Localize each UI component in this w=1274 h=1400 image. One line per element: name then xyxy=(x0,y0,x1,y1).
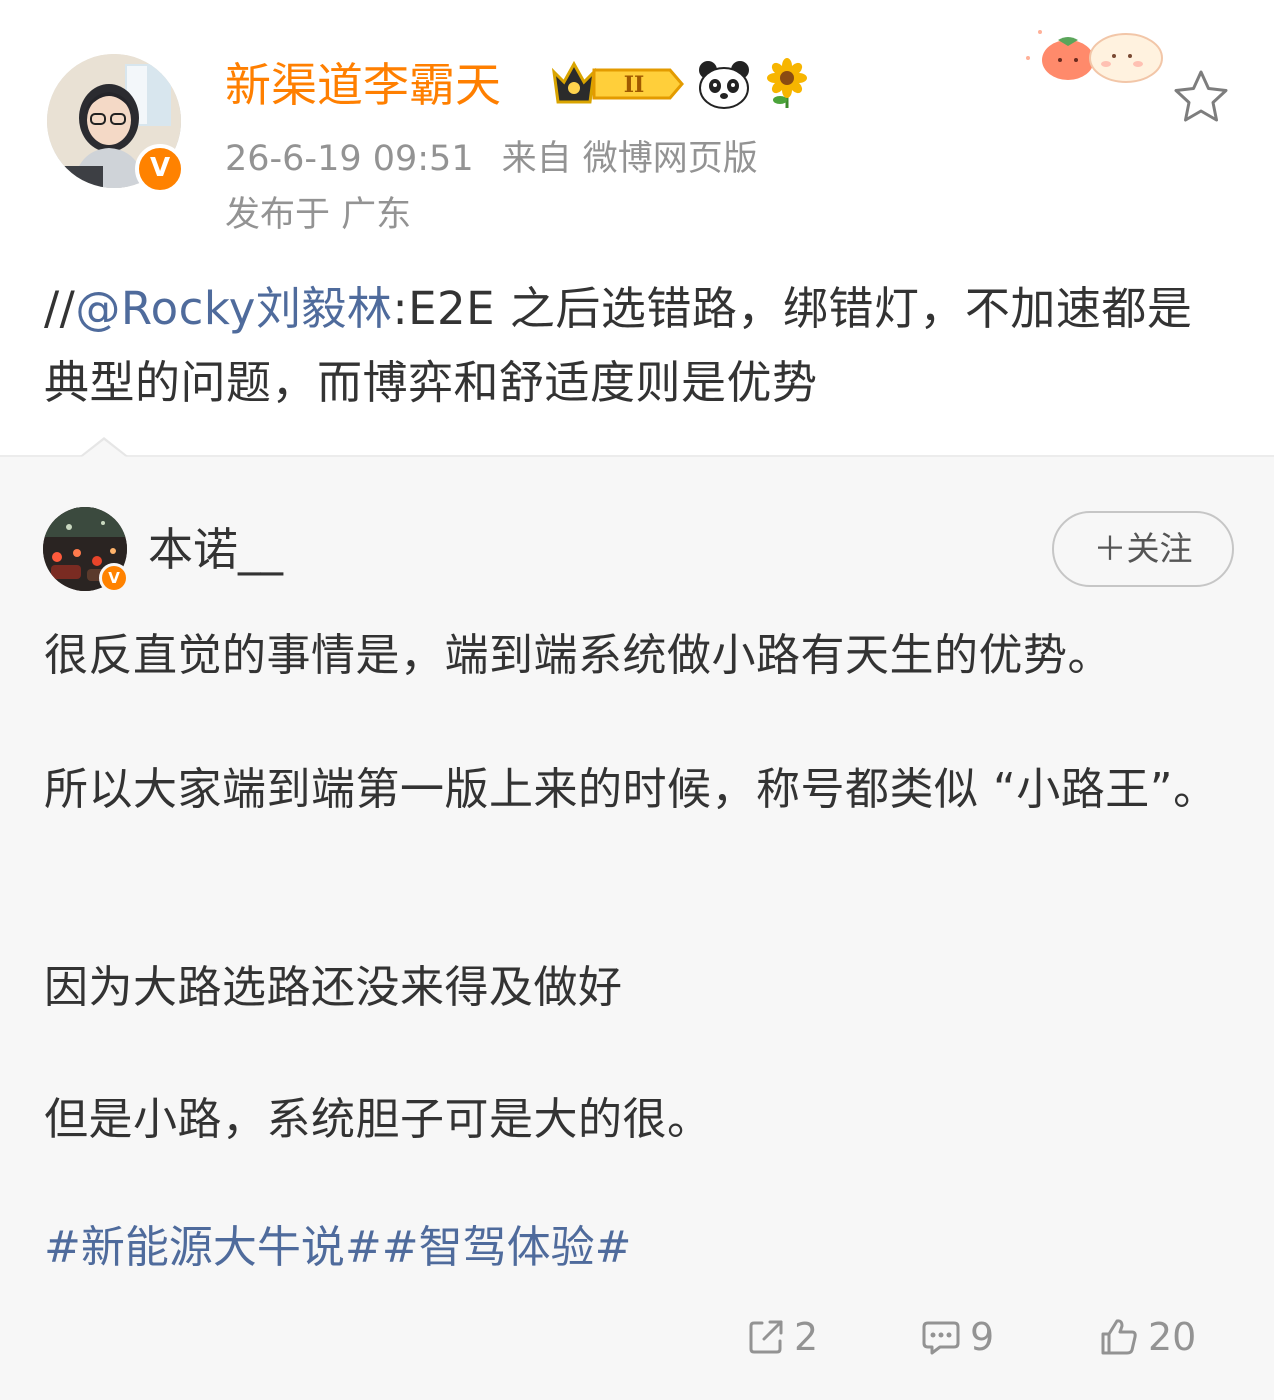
repost-icon xyxy=(749,1320,783,1354)
panda-emoji-icon xyxy=(699,61,749,109)
repost-comment: //@Rocky刘毅林:E2E 之后选错路，绑错灯，不加速都是典型的问题，而博弈… xyxy=(44,272,1230,420)
mention-link[interactable]: @Rocky刘毅林 xyxy=(75,282,392,335)
persimmon-decoration-icon xyxy=(1026,30,1163,83)
original-author-name[interactable]: 本诺__ xyxy=(148,520,283,580)
post-source: 来自 微博网页版 xyxy=(501,139,758,179)
repost-button[interactable]: 2 xyxy=(746,1310,818,1364)
post-location: 发布于 广东 xyxy=(225,195,412,235)
thumbs-up-icon xyxy=(1101,1319,1137,1355)
original-paragraph-1: 很反直觉的事情是，端到端系统做小路有天生的优势。 xyxy=(44,630,1112,681)
crown-level-text: II xyxy=(624,72,645,98)
comment-count: 9 xyxy=(970,1315,995,1359)
original-verified-badge-icon: V xyxy=(99,563,129,593)
like-button[interactable]: 20 xyxy=(1098,1310,1196,1364)
original-author-avatar[interactable]: V xyxy=(43,507,129,593)
like-count: 20 xyxy=(1148,1315,1197,1359)
repost-count: 2 xyxy=(794,1315,819,1359)
comment-icon xyxy=(922,1321,960,1355)
post-header: V 新渠道李霸天 II 26-6-19 09:51 来自 微博网页版 发布于 广… xyxy=(0,0,1274,455)
favorite-star-icon[interactable] xyxy=(1172,68,1230,126)
verified-badge-icon: V xyxy=(135,144,185,194)
original-paragraph-2: 所以大家端到端第一版上来的时候，称号都类似 “小路王”。 xyxy=(44,764,1218,815)
sunflower-emoji-icon xyxy=(767,58,807,108)
author-avatar[interactable]: V xyxy=(47,54,185,194)
hashtag-new-energy[interactable]: #新能源大牛说# xyxy=(44,1222,382,1273)
comment-button[interactable]: 9 xyxy=(920,1310,994,1364)
original-paragraph-4: 但是小路，系统胆子可是大的很。 xyxy=(44,1094,712,1145)
follow-button[interactable]: ＋关注 xyxy=(1052,511,1234,587)
hashtag-smart-driving[interactable]: #智驾体验# xyxy=(382,1222,632,1273)
hashtag-list: #新能源大牛说##智驾体验# xyxy=(44,1214,631,1282)
post-timestamp: 26-6-19 09:51 xyxy=(225,139,474,179)
crown-level-badge-icon[interactable]: II xyxy=(550,58,686,110)
original-paragraph-3: 因为大路选路还没来得及做好 xyxy=(44,962,623,1013)
author-name[interactable]: 新渠道李霸天 xyxy=(225,54,501,116)
post-meta: 26-6-19 09:51 来自 微博网页版 xyxy=(225,136,758,182)
repost-prefix: // xyxy=(44,282,76,335)
author-badges: II xyxy=(550,56,812,112)
